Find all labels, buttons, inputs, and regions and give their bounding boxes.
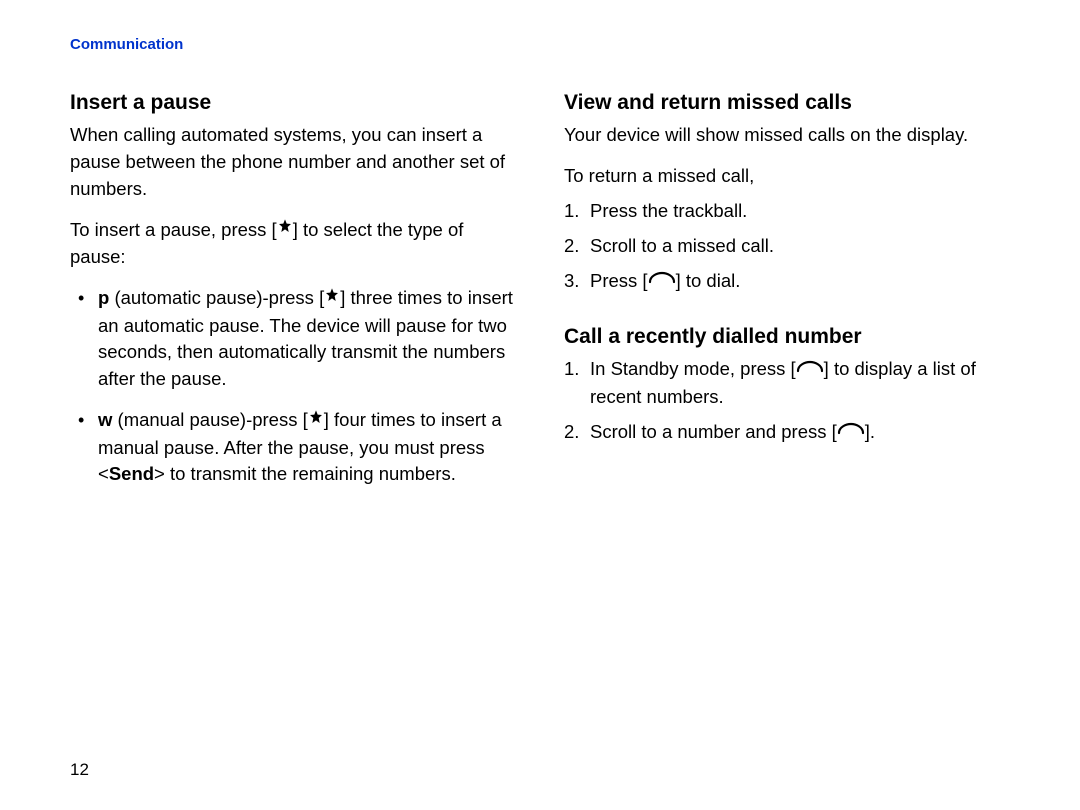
bullet-manual-pause: w (manual pause)-press [] four times to …	[70, 407, 516, 488]
bullet-bold-w: w	[98, 409, 112, 430]
call-icon	[837, 417, 865, 444]
star-icon	[308, 406, 324, 433]
left-column: Insert a pause When calling automated sy…	[70, 89, 516, 502]
bullet-automatic-pause: p (automatic pause)-press [] three times…	[70, 285, 516, 393]
page-number: 12	[70, 760, 89, 780]
pause-type-list: p (automatic pause)-press [] three times…	[70, 285, 516, 488]
right-column: View and return missed calls Your device…	[564, 89, 1010, 502]
star-icon	[324, 284, 340, 311]
bullet-post-1b: > to transmit the remaining numbers.	[154, 463, 456, 484]
step-scroll-missed: Scroll to a missed call.	[564, 233, 1010, 260]
section-heading: Communication	[70, 36, 1010, 53]
step-dial-post: ] to dial.	[676, 270, 741, 291]
subintro-paragraph: To insert a pause, press [] to select th…	[70, 217, 516, 271]
step-standby-press: In Standby mode, press [] to display a l…	[564, 356, 1010, 410]
bullet-pre-1: (manual pause)-press [	[112, 409, 307, 430]
step-press-dial: Press [ ] to dial.	[564, 268, 1010, 296]
standby-pre: In Standby mode, press [	[590, 358, 796, 379]
missed-calls-steps: Press the trackball. Scroll to a missed …	[564, 198, 1010, 295]
missed-calls-intro: Your device will show missed calls on th…	[564, 122, 1010, 149]
bullet-pre-0: (automatic pause)-press [	[109, 287, 324, 308]
step-dial-pre: Press [	[590, 270, 648, 291]
step-scroll-press: Scroll to a number and press [].	[564, 419, 1010, 447]
heading-insert-pause: Insert a pause	[70, 89, 516, 116]
missed-calls-lead: To return a missed call,	[564, 163, 1010, 190]
intro-paragraph: When calling automated systems, you can …	[70, 122, 516, 202]
scroll-post: ].	[865, 421, 875, 442]
manual-page: Communication Insert a pause When callin…	[0, 0, 1080, 810]
heading-recent-dial: Call a recently dialled number	[564, 323, 1010, 350]
call-icon	[796, 355, 824, 382]
bullet-send: Send	[109, 463, 154, 484]
star-icon	[277, 215, 293, 242]
step-press-trackball: Press the trackball.	[564, 198, 1010, 225]
call-icon	[648, 266, 676, 293]
scroll-pre: Scroll to a number and press [	[590, 421, 837, 442]
bullet-bold-p: p	[98, 287, 109, 308]
subintro-pre: To insert a pause, press [	[70, 219, 277, 240]
heading-missed-calls: View and return missed calls	[564, 89, 1010, 116]
recent-dial-steps: In Standby mode, press [] to display a l…	[564, 356, 1010, 446]
columns: Insert a pause When calling automated sy…	[70, 89, 1010, 502]
